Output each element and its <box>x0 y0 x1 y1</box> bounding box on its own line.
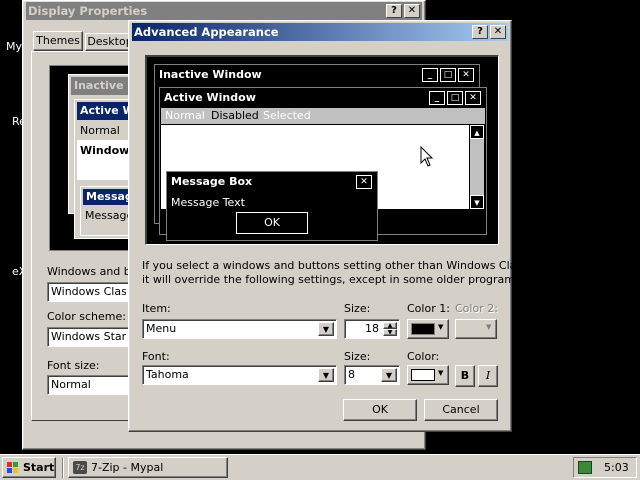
chevron-down-icon: ▼ <box>486 323 492 331</box>
font-select[interactable]: Tahoma ▼ <box>142 365 337 385</box>
windows-and-buttons-value: Windows Classic <box>51 285 126 298</box>
minimize-icon: _ <box>429 91 445 105</box>
font-color-swatch <box>411 369 435 381</box>
item-size-value: 18 <box>365 322 379 335</box>
font-color-label: Color: <box>407 350 440 363</box>
taskbar-item-7zip[interactable]: 7z 7-Zip - Mypal <box>68 457 228 478</box>
7zip-app-icon: 7z <box>73 461 87 474</box>
item-value: Menu <box>146 322 177 335</box>
color-scheme-value: Windows Standa <box>51 330 126 343</box>
font-size-label: Font size: <box>47 359 100 372</box>
font-color-picker[interactable]: ▼ <box>407 365 449 385</box>
bold-button[interactable]: B <box>455 365 475 387</box>
scroll-down-icon[interactable]: ▼ <box>470 195 484 209</box>
preview-menu-normal: Normal <box>80 124 120 137</box>
preview-active-title: Active Window <box>164 91 256 104</box>
display-properties-titlebar[interactable]: Display Properties ? ✕ <box>26 2 422 20</box>
minimize-icon: _ <box>422 68 438 82</box>
preview-message-box-titlebar: Message Box ✕ <box>168 173 376 191</box>
advanced-appearance-titlebar[interactable]: Advanced Appearance ? ✕ <box>132 23 508 41</box>
ok-button[interactable]: OK <box>343 399 417 421</box>
chevron-down-icon[interactable]: ▼ <box>318 368 334 382</box>
preview-active-titlebar: Active Window _ □ ✕ <box>161 89 485 107</box>
help-button[interactable]: ? <box>472 25 488 39</box>
color1-label: Color 1: <box>407 302 450 315</box>
cancel-button[interactable]: Cancel <box>424 399 498 421</box>
advanced-appearance-title: Advanced Appearance <box>134 25 279 39</box>
color2-label: Color 2: <box>455 302 498 315</box>
info-line-2: it will override the following settings,… <box>142 273 525 286</box>
help-button[interactable]: ? <box>386 4 402 18</box>
font-label: Font: <box>142 350 170 363</box>
preview-scrollbar[interactable]: ▲ ▼ <box>470 125 484 209</box>
preview-menu-selected[interactable]: Selected <box>263 108 311 124</box>
windows-logo-icon <box>7 462 19 473</box>
mouse-pointer-icon <box>420 146 434 167</box>
scroll-up-icon[interactable]: ▲ <box>470 125 484 139</box>
desktop-icon-label-my[interactable]: My <box>6 40 22 53</box>
start-label: Start <box>23 461 55 474</box>
preview-message-box[interactable]: Message Box ✕ Message Text OK <box>166 171 378 241</box>
preview-message-text: Message Text <box>171 196 245 209</box>
item-select[interactable]: Menu ▼ <box>142 319 337 339</box>
item-label: Item: <box>142 302 171 315</box>
display-properties-title: Display Properties <box>28 4 148 18</box>
item-size-spinner[interactable]: 18 ▲ ▼ <box>344 319 400 339</box>
close-button[interactable]: ✕ <box>404 4 420 18</box>
font-value: Tahoma <box>146 368 189 381</box>
close-icon: ✕ <box>356 175 372 189</box>
taskbar: Start 7z 7-Zip - Mypal 5:03 <box>0 454 640 480</box>
clock[interactable]: 5:03 <box>604 461 629 474</box>
font-size-label: Size: <box>344 350 371 363</box>
preview-message-text: Message <box>85 209 134 222</box>
tray-icon[interactable] <box>578 461 592 474</box>
preview-ok-button[interactable]: OK <box>236 212 308 234</box>
color-scheme-label: Color scheme: <box>47 310 126 323</box>
preview-area: Inactive Window _ □ ✕ Active Window _ □ … <box>145 55 499 245</box>
maximize-icon: □ <box>447 91 463 105</box>
close-button[interactable]: ✕ <box>490 25 506 39</box>
chevron-down-icon[interactable]: ▼ <box>381 368 397 382</box>
preview-menu-normal[interactable]: Normal <box>165 108 205 124</box>
chevron-down-icon[interactable]: ▼ <box>318 322 334 336</box>
preview-inactive-titlebar: Inactive Window _ □ ✕ <box>156 66 478 84</box>
system-tray: 5:03 <box>573 457 637 478</box>
close-icon: ✕ <box>458 68 474 82</box>
info-line-1: If you select a windows and buttons sett… <box>142 259 541 272</box>
taskbar-separator <box>62 458 64 478</box>
chevron-down-icon: ▼ <box>438 323 444 331</box>
color1-picker[interactable]: ▼ <box>407 319 449 339</box>
item-size-label: Size: <box>344 302 371 315</box>
tab-themes[interactable]: Themes <box>33 31 83 51</box>
taskbar-item-label: 7-Zip - Mypal <box>91 461 164 474</box>
maximize-icon: □ <box>440 68 456 82</box>
preview-menu-bar: Normal Disabled Selected <box>161 108 485 124</box>
font-size-select[interactable]: 8 ▼ <box>344 365 400 385</box>
font-size-value: Normal <box>51 378 91 391</box>
italic-button[interactable]: I <box>478 365 498 387</box>
advanced-appearance-dialog: Advanced Appearance ? ✕ Inactive Window … <box>128 20 540 432</box>
color2-picker: ▼ <box>455 319 497 339</box>
preview-message-box-title: Message Box <box>171 175 253 188</box>
start-button[interactable]: Start <box>2 457 56 478</box>
chevron-down-icon: ▼ <box>438 369 444 377</box>
preview-inactive-title: Inactive Window <box>159 68 262 81</box>
close-icon: ✕ <box>465 91 481 105</box>
spin-down-icon[interactable]: ▼ <box>383 329 397 336</box>
font-size-value: 8 <box>348 368 355 381</box>
spin-up-icon[interactable]: ▲ <box>383 322 397 329</box>
preview-menu-disabled[interactable]: Disabled <box>211 108 259 124</box>
color1-swatch <box>411 323 435 335</box>
